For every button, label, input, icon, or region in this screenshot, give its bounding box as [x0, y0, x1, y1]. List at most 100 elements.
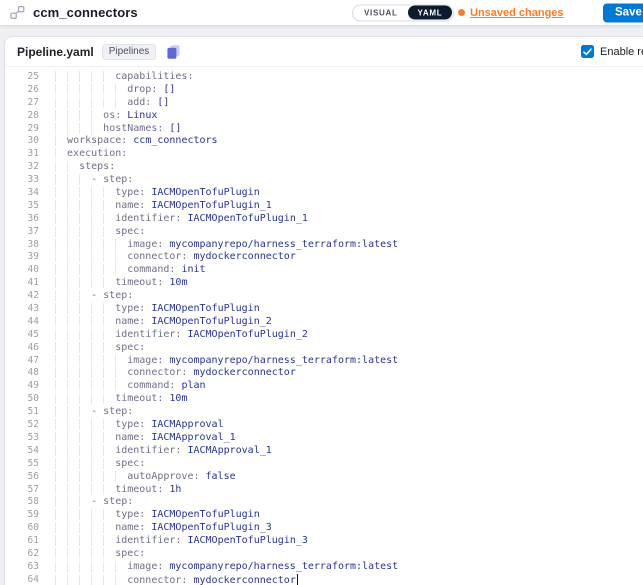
code-text: steps:	[55, 161, 115, 174]
pipeline-header: ccm_connectors VISUAL YAML Unsaved chang…	[0, 0, 643, 25]
line-number: 32	[5, 161, 39, 174]
code-line[interactable]: 47 image: mycompanyrepo/harness_terrafor…	[5, 355, 643, 368]
tab-visual[interactable]: VISUAL	[354, 6, 408, 20]
yaml-editor-panel: Pipeline.yaml Pipelines Enable read/ 25 …	[4, 36, 643, 585]
line-number: 27	[5, 97, 39, 110]
entity-type-badge: Pipelines	[102, 44, 157, 60]
code-text: connector: mydockerconnector	[55, 367, 296, 380]
code-line[interactable]: 36 identifier: IACMOpenTofuPlugin_1	[5, 213, 643, 226]
code-line[interactable]: 26 drop: []	[5, 84, 643, 97]
code-line[interactable]: 52 type: IACMApproval	[5, 419, 643, 432]
code-line[interactable]: 45 identifier: IACMOpenTofuPlugin_2	[5, 329, 643, 342]
code-text: connector: mydockerconnector	[55, 574, 298, 585]
code-line[interactable]: 33 - step:	[5, 174, 643, 187]
code-line[interactable]: 29 hostNames: []	[5, 123, 643, 136]
code-line[interactable]: 55 spec:	[5, 458, 643, 471]
code-line[interactable]: 50 timeout: 10m	[5, 393, 643, 406]
code-text: image: mycompanyrepo/harness_terraform:l…	[55, 239, 398, 252]
code-line[interactable]: 34 type: IACMOpenTofuPlugin	[5, 187, 643, 200]
line-number: 34	[5, 187, 39, 200]
code-line[interactable]: 37 spec:	[5, 226, 643, 239]
code-line[interactable]: 60 name: IACMOpenTofuPlugin_3	[5, 522, 643, 535]
line-number: 47	[5, 355, 39, 368]
code-text: identifier: IACMOpenTofuPlugin_3	[55, 535, 308, 548]
text-cursor	[297, 574, 299, 585]
code-text: timeout: 10m	[55, 277, 187, 290]
code-line[interactable]: 56 autoApprove: false	[5, 471, 643, 484]
code-line[interactable]: 28 os: Linux	[5, 110, 643, 123]
line-number: 48	[5, 367, 39, 380]
code-text: execution:	[55, 148, 127, 161]
line-number: 46	[5, 342, 39, 355]
code-text: type: IACMOpenTofuPlugin	[55, 187, 260, 200]
code-line[interactable]: 31 execution:	[5, 148, 643, 161]
line-number: 59	[5, 509, 39, 522]
code-line[interactable]: 61 identifier: IACMOpenTofuPlugin_3	[5, 535, 643, 548]
pipeline-title-group: ccm_connectors	[10, 5, 138, 20]
line-number: 39	[5, 251, 39, 264]
code-text: command: plan	[55, 380, 206, 393]
line-number: 38	[5, 239, 39, 252]
line-number: 50	[5, 393, 39, 406]
code-line[interactable]: 46 spec:	[5, 342, 643, 355]
code-line[interactable]: 54 identifier: IACMApproval_1	[5, 445, 643, 458]
unsaved-dot-icon	[458, 9, 465, 16]
unsaved-changes-indicator[interactable]: Unsaved changes	[458, 7, 564, 19]
code-line[interactable]: 42 - step:	[5, 290, 643, 303]
yaml-code-editor[interactable]: 25 capabilities:26 drop: []27 add: []28 …	[5, 67, 643, 585]
line-number: 49	[5, 380, 39, 393]
code-text: image: mycompanyrepo/harness_terraform:l…	[55, 561, 398, 574]
code-line[interactable]: 44 name: IACMOpenTofuPlugin_2	[5, 316, 643, 329]
code-line[interactable]: 62 spec:	[5, 548, 643, 561]
line-number: 40	[5, 264, 39, 277]
line-number: 37	[5, 226, 39, 239]
line-number: 28	[5, 110, 39, 123]
line-number: 57	[5, 484, 39, 497]
code-text: timeout: 10m	[55, 393, 187, 406]
code-text: os: Linux	[55, 110, 157, 123]
code-line[interactable]: 59 type: IACMOpenTofuPlugin	[5, 509, 643, 522]
code-line[interactable]: 64 connector: mydockerconnector	[5, 574, 643, 585]
line-number: 63	[5, 561, 39, 574]
code-line[interactable]: 49 command: plan	[5, 380, 643, 393]
code-line[interactable]: 38 image: mycompanyrepo/harness_terrafor…	[5, 239, 643, 252]
code-text: spec:	[55, 226, 145, 239]
code-text: autoApprove: false	[55, 471, 236, 484]
code-text: timeout: 1h	[55, 484, 181, 497]
code-lines: 25 capabilities:26 drop: []27 add: []28 …	[5, 71, 643, 585]
code-text: identifier: IACMOpenTofuPlugin_2	[55, 329, 308, 342]
code-line[interactable]: 43 type: IACMOpenTofuPlugin	[5, 303, 643, 316]
code-text: type: IACMOpenTofuPlugin	[55, 303, 260, 316]
code-line[interactable]: 41 timeout: 10m	[5, 277, 643, 290]
code-text: identifier: IACMApproval_1	[55, 445, 272, 458]
code-line[interactable]: 51 - step:	[5, 406, 643, 419]
code-line[interactable]: 27 add: []	[5, 97, 643, 110]
code-line[interactable]: 39 connector: mydockerconnector	[5, 251, 643, 264]
editor-toolbar: Pipeline.yaml Pipelines Enable read/	[5, 37, 643, 67]
code-line[interactable]: 40 command: init	[5, 264, 643, 277]
code-line[interactable]: 63 image: mycompanyrepo/harness_terrafor…	[5, 561, 643, 574]
tab-yaml[interactable]: YAML	[408, 6, 453, 20]
line-number: 60	[5, 522, 39, 535]
code-line[interactable]: 35 name: IACMOpenTofuPlugin_1	[5, 200, 643, 213]
line-number: 44	[5, 316, 39, 329]
code-line[interactable]: 57 timeout: 1h	[5, 484, 643, 497]
code-line[interactable]: 30 workspace: ccm_connectors	[5, 135, 643, 148]
code-text: hostNames: []	[55, 123, 181, 136]
code-line[interactable]: 32 steps:	[5, 161, 643, 174]
code-text: type: IACMOpenTofuPlugin	[55, 509, 260, 522]
line-number: 43	[5, 303, 39, 316]
code-line[interactable]: 53 name: IACMApproval_1	[5, 432, 643, 445]
code-line[interactable]: 58 - step:	[5, 496, 643, 509]
code-line[interactable]: 25 capabilities:	[5, 71, 643, 84]
save-button[interactable]: Save	[603, 3, 643, 22]
copy-icon[interactable]	[166, 44, 181, 60]
enable-edit-checkbox[interactable]: Enable read/	[581, 45, 643, 58]
code-line[interactable]: 48 connector: mydockerconnector	[5, 367, 643, 380]
code-text: spec:	[55, 342, 145, 355]
line-number: 55	[5, 458, 39, 471]
save-split-button: Save	[603, 3, 643, 22]
pipeline-stages-icon	[10, 5, 25, 20]
line-number: 30	[5, 135, 39, 148]
code-text: identifier: IACMOpenTofuPlugin_1	[55, 213, 308, 226]
